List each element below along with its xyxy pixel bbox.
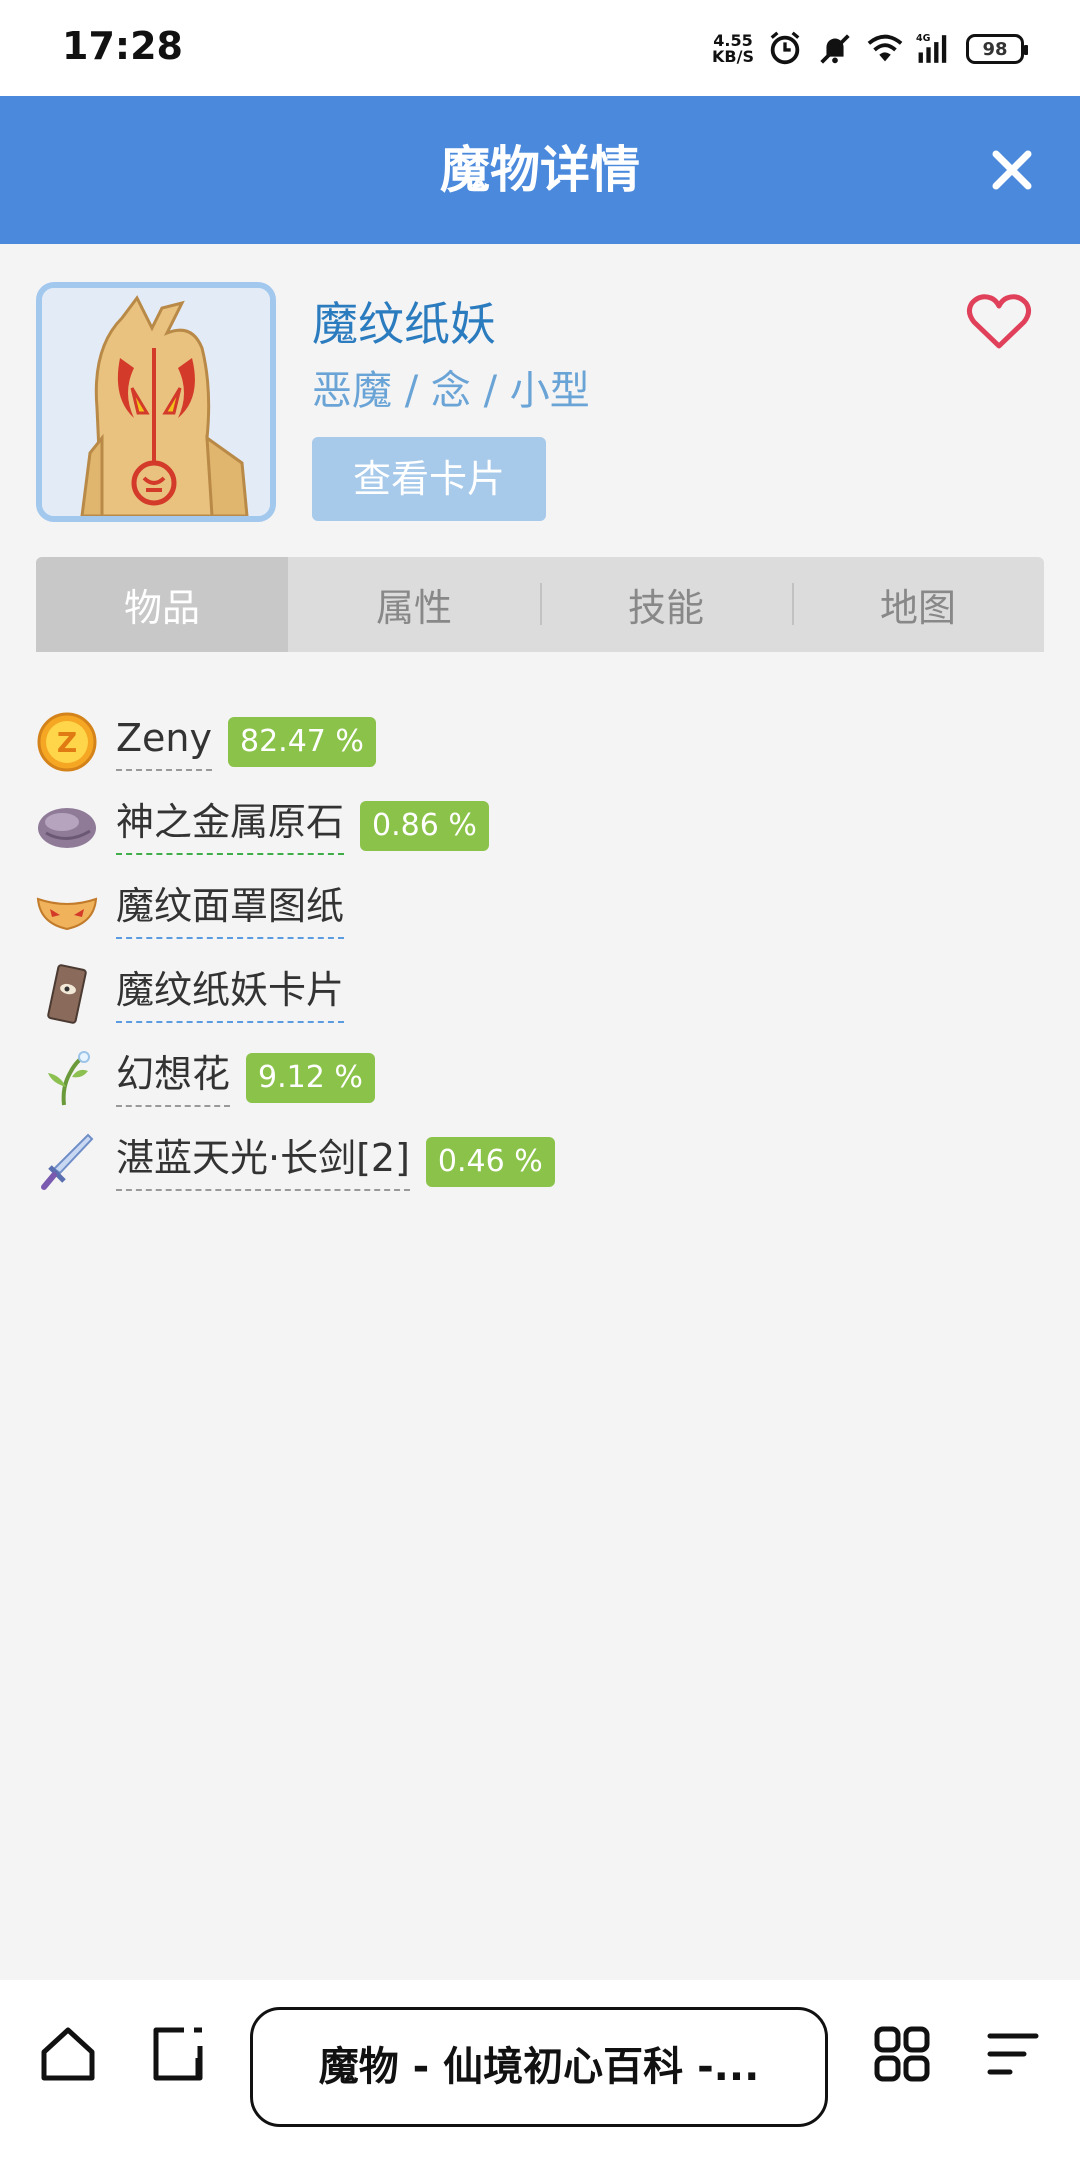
list-item: 幻想花 9.12 % [36,1036,1044,1120]
status-icons: 4.55 KB/S 4G 98 [712,28,1028,70]
tab-divider [540,583,542,625]
svg-text:4G: 4G [916,33,931,44]
status-bar: 17:28 4.55 KB/S 4G 98 [0,0,1080,96]
item-name-link[interactable]: 魔纹面罩图纸 [116,881,345,939]
page-title: 魔物详情 [440,141,640,199]
view-card-button[interactable]: 查看卡片 [312,437,546,521]
tabs-icon[interactable] [148,2024,208,2084]
app-header: 魔物详情 [0,96,1080,244]
monster-illustration [42,288,270,516]
zeny-coin-icon: Z [37,712,97,772]
monster-name: 魔纹纸妖 [312,297,496,351]
heart-outline-icon[interactable] [966,292,1032,352]
tab-items[interactable]: 物品 [36,557,288,652]
wifi-icon [867,34,903,62]
apps-icon[interactable] [872,2024,932,2084]
mask-icon [36,897,98,931]
drop-item-list: Z Zeny 82.47 % 神之金属原石 0.86 % 魔纹面罩图纸 魔纹纸妖… [36,700,1044,1204]
list-item: 魔纹纸妖卡片 [36,952,1044,1036]
browser-bottom-bar: 魔物 - 仙境初心百科 -... [0,1980,1080,2160]
tab-map[interactable]: 地图 [792,557,1044,652]
status-time: 17:28 [62,24,183,68]
drop-rate-badge: 0.46 % [425,1137,555,1187]
sword-icon [41,1133,94,1190]
svg-text:Z: Z [57,726,77,759]
ore-icon [38,808,96,848]
item-name-link[interactable]: 湛蓝天光·长剑[2] [116,1133,410,1191]
tab-divider [792,583,794,625]
home-icon[interactable] [38,2024,98,2084]
detail-tabs: 物品 属性 技能 地图 [36,557,1044,652]
flower-icon [48,1051,90,1106]
item-name-link[interactable]: 幻想花 [116,1049,231,1107]
tab-attributes[interactable]: 属性 [288,557,540,652]
alarm-icon [770,31,800,65]
network-speed: 4.55 KB/S [712,31,754,66]
monster-tags: 恶魔 / 念 / 小型 [312,368,590,414]
drop-rate-badge: 9.12 % [246,1053,375,1103]
drop-rate-badge: 0.86 % [360,801,489,851]
list-item: 神之金属原石 0.86 % [36,784,1044,868]
item-name-link[interactable]: 魔纹纸妖卡片 [116,965,345,1023]
signal-icon: 4G [916,33,947,63]
tab-skills[interactable]: 技能 [540,557,792,652]
mute-icon [820,34,850,64]
list-item: 湛蓝天光·长剑[2] 0.46 % [36,1120,1044,1204]
item-name-link[interactable]: 神之金属原石 [116,797,345,855]
address-bar[interactable]: 魔物 - 仙境初心百科 -... [250,2007,828,2127]
drop-rate-badge: 82.47 % [227,717,376,767]
list-item: 魔纹面罩图纸 [36,868,1044,952]
battery-icon: 98 [966,34,1028,64]
monster-avatar [36,282,276,522]
list-item: Z Zeny 82.47 % [36,700,1044,784]
card-icon [47,964,87,1024]
close-icon[interactable] [984,142,1040,198]
menu-icon[interactable] [982,2024,1042,2084]
item-name-link[interactable]: Zeny [116,713,212,771]
